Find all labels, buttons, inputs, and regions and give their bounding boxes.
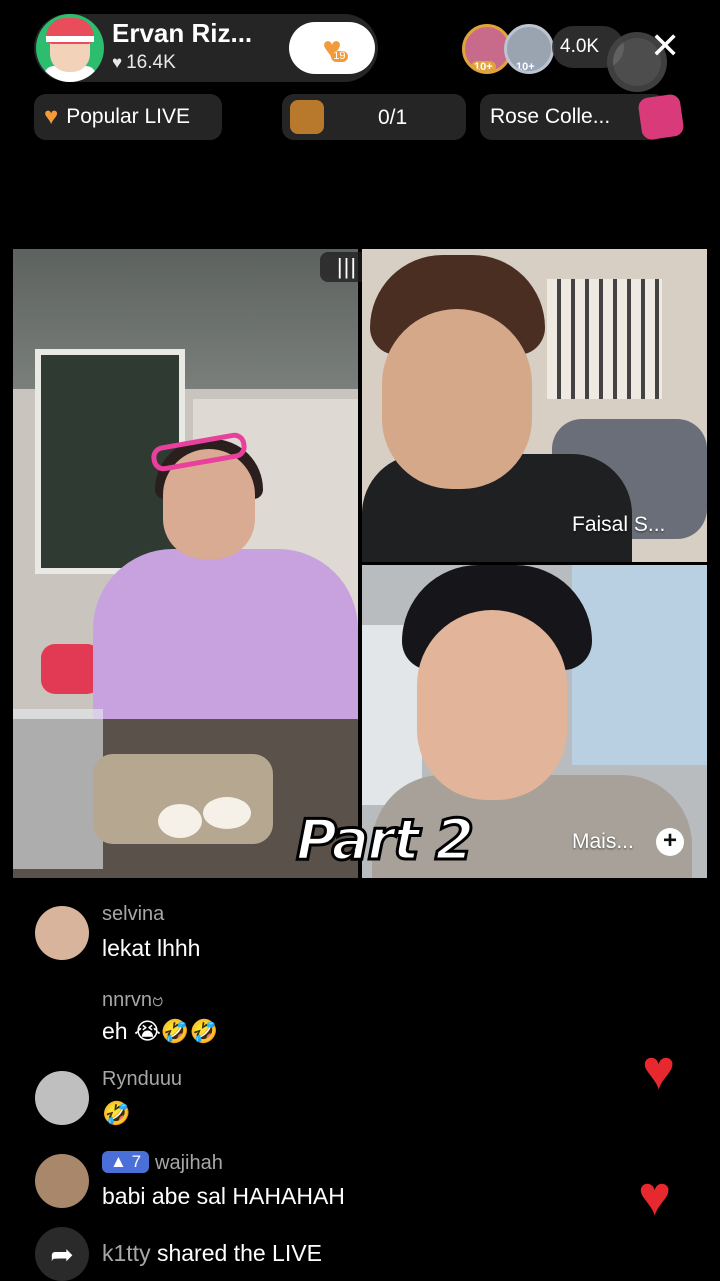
floating-heart-icon: ♥ [642,1038,676,1101]
comment-text: babi abe sal HAHAHAH [102,1183,345,1209]
rose-collection-chip[interactable]: Rose Colle... [480,94,666,140]
comment-username[interactable]: wajihah [155,1152,223,1174]
comment-text-body: eh [102,1018,128,1044]
gift-box-icon[interactable] [637,93,685,141]
level-badge: ▲ 7 [102,1151,150,1173]
top-viewer-avatar-2[interactable]: 10+ [504,24,554,74]
host-likes-count: 16.4K [126,52,176,73]
commenter-avatar[interactable] [35,906,89,960]
commenter-avatar[interactable] [35,1071,89,1125]
share-username[interactable]: k1tty [102,1240,151,1266]
broken-heart-icon: ♥ [44,103,59,130]
commenter-avatar[interactable] [35,1154,89,1208]
host-avatar[interactable] [36,14,104,82]
share-event-text: shared the LIVE [156,1240,322,1266]
follow-button[interactable]: ♥ 19 [289,22,375,74]
level-number: 7 [131,1152,142,1171]
heart-icon: ♥ [112,53,123,72]
host-name: Ervan Riz... [112,18,253,48]
popular-live-chip[interactable]: ♥ Popular LIVE [34,94,222,140]
host-video[interactable] [13,249,358,878]
share-arrow-icon: ➦ [35,1227,89,1281]
fan-level-badge: 19 [331,50,348,62]
comment-username[interactable]: nnrvnဗ [102,986,163,1016]
popular-live-label: Popular LIVE [66,105,190,128]
guest-name-2[interactable]: Mais... [572,830,634,854]
rank-chip[interactable]: 0/1 [282,94,466,140]
close-icon[interactable]: ✕ [650,28,680,64]
lion-icon [290,100,324,134]
comment-username[interactable]: selvina [102,903,164,926]
comment-emojis: 😭🤣🤣 [133,1018,219,1044]
viewer-badge-1: 10+ [471,61,496,71]
floating-heart-icon: ♥ [638,1164,672,1227]
guest-name-1[interactable]: Faisal S... [572,513,665,537]
comment-emojis: 🤣 [102,1100,131,1126]
rank-value: 0/1 [378,106,408,129]
host-likes: ♥ 16.4K [112,52,176,74]
comment-text: 🤣 [102,1100,131,1127]
part-overlay-text: Part 2 [294,807,475,875]
viewer-badge-2: 10+ [513,61,538,71]
comment-username-row[interactable]: ▲ 7 wajihah [102,1151,223,1175]
comment-text: eh 😭🤣🤣 [102,1018,218,1045]
follow-guest-plus-icon[interactable]: + [656,828,684,856]
share-event: k1tty shared the LIVE [102,1240,322,1267]
rose-collection-label: Rose Colle... [490,105,611,128]
fan-heart-icon: ♥ 19 [322,30,348,66]
comment-username[interactable]: Rynduuu [102,1068,182,1091]
comment-text: lekat lhhh [102,935,201,961]
